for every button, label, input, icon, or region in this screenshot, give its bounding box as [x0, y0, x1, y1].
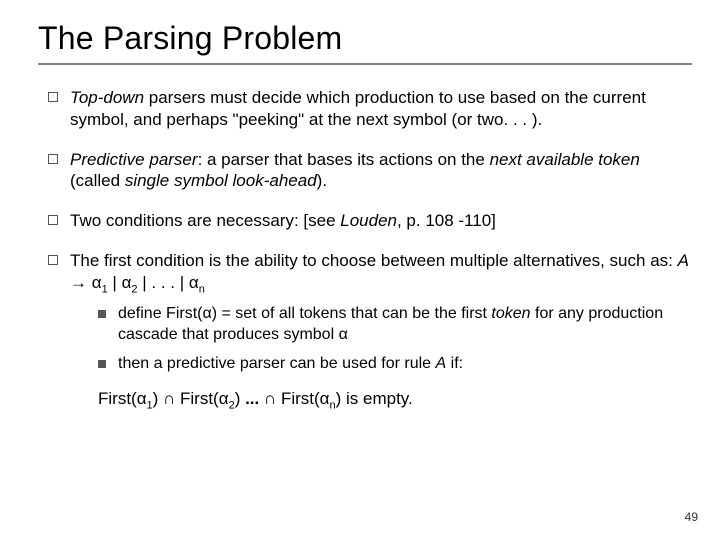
cap-icon-2: ∩: [264, 389, 276, 408]
sub-bullet-list: define First(α) = set of all tokens that…: [98, 304, 692, 374]
fdots: ...: [245, 389, 264, 408]
bullet-item-2: Predictive parser: a parser that bases i…: [48, 149, 692, 193]
bullet-text-1: Top-down parsers must decide which produ…: [70, 87, 692, 131]
fan: α: [320, 389, 330, 408]
slide: The Parsing Problem Top-down parsers mus…: [0, 0, 720, 540]
citation-louden: Louden: [340, 211, 397, 230]
rule-lhs: A: [678, 251, 689, 270]
bullet-square-icon: [48, 255, 58, 265]
term-predictive-parser: Predictive parser: [70, 150, 198, 169]
s1-alpha-2: α: [339, 326, 348, 343]
bullet-item-3: Two conditions are necessary: [see Loude…: [48, 210, 692, 232]
b4-line1: The first condition is the ability to ch…: [70, 251, 678, 270]
alpha-1: α: [92, 273, 102, 292]
bullet-item-4: The first condition is the ability to ch…: [48, 250, 692, 413]
final-condition: First(α1) ∩ First(α2) ... ∩ First(αn) is…: [98, 388, 692, 412]
bullet-text-3: Two conditions are necessary: [see Loude…: [70, 210, 496, 232]
cap-icon-1: ∩: [163, 389, 175, 408]
bullet-square-icon: [48, 92, 58, 102]
bullet-item-1: Top-down parsers must decide which produ…: [48, 87, 692, 131]
page-number: 49: [685, 510, 698, 524]
sub-bullet-square-icon: [98, 310, 106, 318]
ftail: ) is empty.: [336, 389, 413, 408]
sub-n: n: [199, 283, 205, 295]
b2-mid1: : a parser that bases its actions on the: [198, 150, 490, 169]
rule-A: A: [436, 355, 447, 372]
sub-bullet-1: define First(α) = set of all tokens that…: [98, 304, 692, 346]
term-top-down: Top-down: [70, 88, 144, 107]
first-open-n: First(: [281, 389, 320, 408]
bullet-text-2: Predictive parser: a parser that bases i…: [70, 149, 692, 193]
term-token: token: [491, 305, 530, 322]
fa2: α: [219, 389, 229, 408]
title-wrap: The Parsing Problem: [38, 20, 692, 65]
term-next-available-token: next available token: [490, 150, 640, 169]
b1-rest: parsers must decide which production to …: [70, 88, 646, 129]
slide-title: The Parsing Problem: [38, 20, 692, 57]
bullet-text-4: The first condition is the ability to ch…: [70, 250, 692, 413]
b2-mid2: (called: [70, 171, 125, 190]
b2-tail: ).: [317, 171, 327, 190]
bullet-square-icon: [48, 215, 58, 225]
sub-bullet-2-text: then a predictive parser can be used for…: [118, 354, 463, 375]
s2-post: if:: [446, 355, 463, 372]
fa1: α: [137, 389, 147, 408]
term-single-symbol-lookahead: single symbol look-ahead: [125, 171, 317, 190]
s2-pre: then a predictive parser can be used for…: [118, 355, 436, 372]
first-open-1: First(: [98, 389, 137, 408]
fc2: ): [235, 389, 245, 408]
alpha-n: α: [189, 273, 199, 292]
bullet-list: Top-down parsers must decide which produ…: [48, 87, 692, 413]
b3-pre: Two conditions are necessary: [see: [70, 211, 340, 230]
dots: | . . . |: [138, 273, 189, 292]
bar-1: |: [108, 273, 122, 292]
sub-bullet-square-icon: [98, 360, 106, 368]
bullet-square-icon: [48, 154, 58, 164]
sub-bullet-2: then a predictive parser can be used for…: [98, 354, 692, 375]
s1-pre: define First(: [118, 305, 202, 322]
first-open-2: First(: [180, 389, 219, 408]
b3-post: , p. 108 -110]: [397, 211, 496, 230]
s1-mid: ) = set of all tokens that can be the fi…: [212, 305, 492, 322]
fc1: ): [153, 389, 163, 408]
s1-alpha: α: [202, 305, 211, 322]
arrow-icon: →: [70, 273, 92, 292]
alpha-2: α: [122, 273, 132, 292]
sub-bullet-1-text: define First(α) = set of all tokens that…: [118, 304, 692, 346]
